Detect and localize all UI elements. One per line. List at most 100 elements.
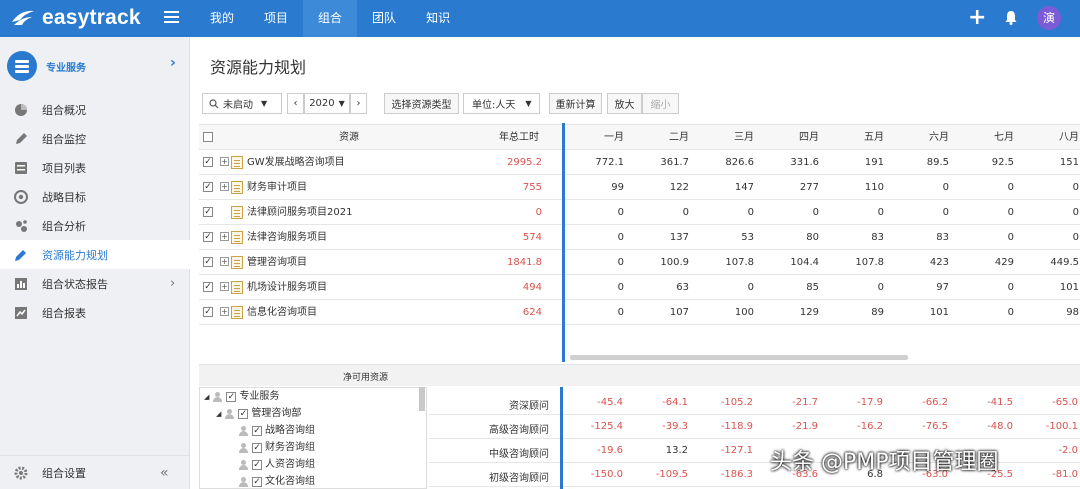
net-row-value: -76.5 (922, 421, 948, 432)
collapse-icon[interactable]: « (160, 465, 169, 481)
recalculate-button[interactable]: 重新计算 (549, 93, 602, 114)
table-row[interactable]: ✓ 法律顾问服务项目2021 0 0 0 0 0 0 0 0 0 (199, 200, 1080, 225)
sidebar-item-monitor[interactable]: 组合监控 (0, 124, 190, 153)
row-name[interactable]: 法律顾问服务项目2021 (247, 200, 352, 225)
chevron-right-icon[interactable]: › (170, 55, 176, 71)
nav-item-portfolio[interactable]: 组合 (303, 0, 358, 37)
table-row[interactable]: ✓ + 法律咨询服务项目 574 0 137 53 80 83 83 0 0 (199, 225, 1080, 250)
expand-icon[interactable]: + (220, 257, 229, 266)
chevron-right-icon[interactable]: › (170, 276, 175, 291)
expand-icon[interactable]: + (220, 182, 229, 191)
row-month-value: 137 (669, 232, 689, 243)
nav-item-mine[interactable]: 我的 (195, 0, 249, 37)
net-row-value: -21.9 (792, 421, 818, 432)
tree-node[interactable]: ✓ 文化咨询组 (238, 474, 315, 488)
row-checkbox[interactable]: ✓ (203, 232, 213, 242)
menu-icon[interactable] (164, 11, 179, 25)
row-month-value: 101 (1059, 282, 1079, 293)
nav-item-team[interactable]: 团队 (357, 0, 411, 37)
nav-item-knowledge[interactable]: 知识 (411, 0, 465, 37)
horizontal-scrollbar[interactable] (570, 355, 908, 360)
nav-item-projects[interactable]: 项目 (249, 0, 303, 37)
column-header-month: 八月 (1059, 132, 1079, 143)
row-month-value: 104.4 (790, 257, 819, 268)
tree-checkbox[interactable]: ✓ (252, 477, 262, 487)
net-resource-row[interactable]: 高级咨询顾问 -125.4 -39.3 -118.9 -21.9 -16.2 -76.5 -4… (429, 415, 1080, 439)
person-icon (224, 409, 235, 419)
tree-node[interactable]: ◢ ✓ 专业服务 (204, 389, 279, 405)
sidebar-item-status-report[interactable]: 组合状态报告 › (0, 269, 190, 298)
year-select[interactable]: 2020 ▼ (304, 93, 350, 114)
tree-node[interactable]: ✓ 战略咨询组 (238, 423, 315, 439)
sidebar-item-label: 资源能力规划 (42, 248, 108, 262)
sidebar-header[interactable]: 专业服务 › (0, 37, 190, 94)
person-icon (238, 443, 249, 453)
net-resource-row[interactable]: 资深顾问 -45.4 -64.1 -105.2 -21.7 -17.9 -66.2 -41.5… (429, 391, 1080, 415)
sidebar-item-reports[interactable]: 组合报表 (0, 298, 190, 327)
expand-icon[interactable]: + (220, 307, 229, 316)
table-row[interactable]: ✓ + 财务审计项目 755 99 122 147 277 110 0 0 0 (199, 175, 1080, 200)
sidebar-item-project-list[interactable]: 项目列表 (0, 153, 190, 182)
net-row-value: -125.4 (590, 421, 623, 432)
row-name[interactable]: 财务审计项目 (247, 175, 307, 200)
tree-node[interactable]: ◢ ✓ 管理咨询部 (216, 406, 301, 422)
row-name[interactable]: 管理咨询项目 (247, 250, 307, 275)
row-total: 494 (522, 282, 542, 293)
row-checkbox[interactable]: ✓ (203, 157, 213, 167)
zoom-in-button[interactable]: 放大 (607, 93, 642, 114)
bell-icon[interactable] (1004, 10, 1018, 25)
row-name[interactable]: 机场设计服务项目 (247, 275, 327, 300)
row-month-value: 0 (1007, 182, 1014, 193)
expand-icon[interactable]: + (220, 157, 229, 166)
select-resource-type-button[interactable]: 选择资源类型 (384, 93, 459, 114)
user-avatar[interactable]: 演 (1037, 6, 1061, 30)
row-checkbox[interactable]: ✓ (203, 207, 213, 217)
tree-checkbox[interactable]: ✓ (252, 443, 262, 453)
expand-icon[interactable]: ◢ (204, 389, 209, 405)
table-row[interactable]: ✓ + 机场设计服务项目 494 0 63 0 85 0 97 0 101 (199, 275, 1080, 300)
pie-icon (15, 103, 27, 116)
row-checkbox[interactable]: ✓ (203, 182, 213, 192)
row-checkbox[interactable]: ✓ (203, 257, 213, 267)
table-row[interactable]: ✓ + GW发展战略咨询项目 2995.2 772.1 361.7 826.6 331.6 19… (199, 150, 1080, 175)
prev-year-button[interactable]: ‹ (287, 93, 304, 114)
zoom-out-button[interactable]: 缩小 (642, 93, 679, 114)
row-month-value: 0 (812, 207, 819, 218)
table-row[interactable]: ✓ + 管理咨询项目 1841.8 0 100.9 107.8 104.4 107.8 423 42… (199, 250, 1080, 275)
row-checkbox[interactable]: ✓ (203, 307, 213, 317)
tree-node[interactable]: ✓ 财务咨询组 (238, 440, 315, 456)
row-name[interactable]: 信息化咨询项目 (247, 300, 317, 325)
tree-checkbox[interactable]: ✓ (238, 409, 249, 419)
row-name[interactable]: 法律咨询服务项目 (247, 225, 327, 250)
expand-icon[interactable]: ◢ (216, 406, 221, 422)
sidebar-footer[interactable]: 组合设置 « (0, 455, 190, 489)
sidebar-title: 专业服务 (46, 63, 86, 74)
column-divider[interactable] (562, 123, 565, 362)
tree-node[interactable]: ✓ 人资咨询组 (238, 457, 315, 473)
net-row-label: 资深顾问 (509, 401, 549, 412)
tree-checkbox[interactable]: ✓ (252, 460, 262, 470)
row-checkbox[interactable]: ✓ (203, 282, 213, 292)
next-year-button[interactable]: › (350, 93, 367, 114)
net-row-value: 13.2 (665, 445, 688, 456)
sidebar-item-label: 项目列表 (42, 161, 86, 175)
net-row-value: -48.0 (987, 421, 1013, 432)
tree-checkbox[interactable]: ✓ (226, 392, 237, 402)
sidebar-item-overview[interactable]: 组合概况 (0, 95, 190, 124)
column-divider[interactable] (560, 387, 563, 489)
row-month-value: 100 (734, 307, 754, 318)
sidebar-item-analysis[interactable]: 组合分析 (0, 211, 190, 240)
expand-icon[interactable]: + (220, 232, 229, 241)
logo[interactable]: easytrack (10, 5, 141, 31)
expand-icon[interactable]: + (220, 282, 229, 291)
tree-scrollbar[interactable] (419, 387, 425, 411)
sidebar-item-resource-planning[interactable]: 资源能力规划 (0, 240, 190, 269)
table-row[interactable]: ✓ + 信息化咨询项目 624 0 107 100 129 89 101 0 98 (199, 300, 1080, 325)
tree-checkbox[interactable]: ✓ (252, 426, 262, 436)
sidebar-item-strategic-goals[interactable]: 战略目标 (0, 182, 190, 211)
status-filter[interactable]: 未启动 ▼ (202, 93, 282, 114)
unit-select[interactable]: 单位:人天 ▼ (463, 93, 540, 114)
row-name[interactable]: GW发展战略咨询项目 (247, 150, 345, 175)
select-all-checkbox[interactable] (203, 132, 213, 142)
add-icon[interactable]: + (968, 7, 986, 29)
